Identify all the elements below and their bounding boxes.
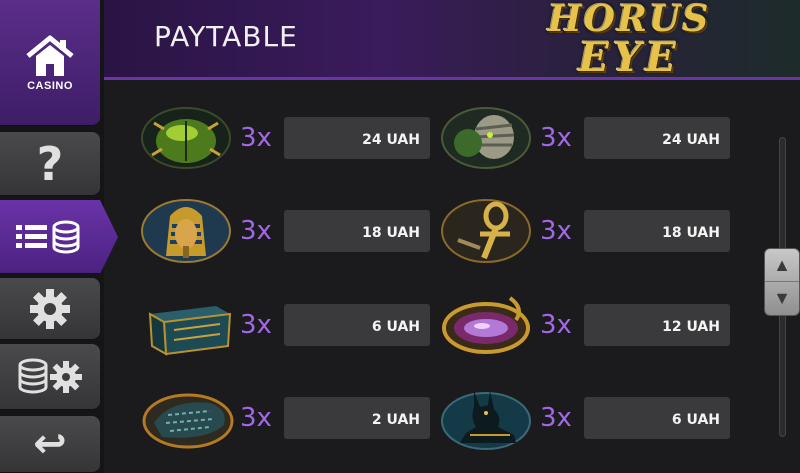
header: PAYTABLE HORUS EYE [104,0,800,81]
horus-eye-logo: HORUS EYE [534,0,724,86]
coins-gear-icon [18,358,82,393]
multiplier-label: 3x [540,403,572,433]
payout-value: 18 UAH [284,210,430,252]
home-icon [26,35,74,76]
payout-value: 12 UAH [584,304,730,346]
arrow-up-icon: ▲ [773,254,791,275]
paytable-row: 3x 18 UAH [140,199,440,263]
payout-value: 2 UAH [284,397,430,439]
casino-label: CASINO [27,79,73,92]
stone-tablet-symbol-icon [142,393,234,449]
payout-value: 6 UAH [584,397,730,439]
multiplier-label: 3x [540,310,572,340]
multiplier-label: 3x [240,403,272,433]
ankh-symbol-icon [441,199,531,263]
page-title: PAYTABLE [154,20,298,53]
anubis-symbol-icon [441,391,531,450]
paytable-list-icon [16,220,80,253]
paytable-row: 3x 12 UAH [440,296,740,354]
question-mark-icon: ? [36,136,64,191]
payout-value: 24 UAH [284,117,430,159]
scroll-down-button[interactable]: ▼ [765,282,799,315]
paytable-row: 3x 6 UAH [440,391,740,450]
payout-value: 24 UAH [584,117,730,159]
paytable-row: 3x 24 UAH [140,107,440,169]
settings-button[interactable] [0,278,100,340]
multiplier-label: 3x [240,123,272,153]
casino-button[interactable]: CASINO [0,0,100,126]
paytable-row: 3x 6 UAH [140,304,440,356]
treasure-chest-symbol-icon [148,306,232,356]
paytable-button[interactable] [0,200,118,274]
paytable-row: 3x 2 UAH [140,393,440,449]
scroll-buttons: ▲ ▼ [764,248,800,316]
arrow-down-icon: ▼ [773,288,791,308]
multiplier-label: 3x [540,216,572,246]
multiplier-label: 3x [240,216,272,246]
scarab-symbol-icon [141,107,231,169]
multiplier-label: 3x [540,123,572,153]
paytable-row: 3x 24 UAH [440,107,740,169]
payout-value: 6 UAH [284,304,430,346]
logo-text-bottom: EYE [578,34,680,81]
bet-settings-button[interactable] [0,344,100,410]
mummy-symbol-icon [441,107,531,169]
sidebar: CASINO ? ↩ [0,0,118,473]
gear-icon [30,288,70,329]
payout-value: 18 UAH [584,210,730,252]
amulet-symbol-icon [442,296,530,354]
scroll-up-button[interactable]: ▲ [765,249,799,282]
paytable-row: 3x 18 UAH [440,199,740,263]
help-button[interactable]: ? [0,132,100,196]
multiplier-label: 3x [240,310,272,340]
back-button[interactable]: ↩ [0,416,100,473]
back-arrow-icon: ↩ [33,421,67,467]
pharaoh-symbol-icon [141,199,231,263]
